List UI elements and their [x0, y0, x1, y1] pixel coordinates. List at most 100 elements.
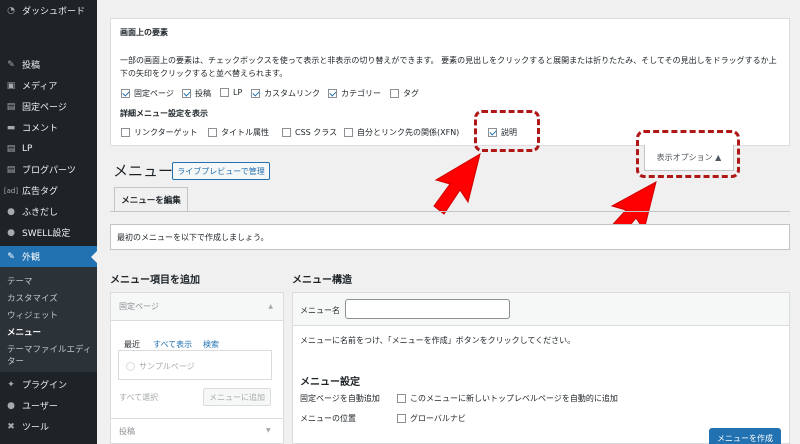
blog-parts-icon: ▤: [6, 164, 16, 175]
sidebar-item-users[interactable]: ● ユーザー: [0, 395, 97, 416]
checkbox-box[interactable]: [344, 128, 353, 137]
checkbox-custom-link[interactable]: カスタムリンク: [251, 88, 320, 99]
checkbox-posts[interactable]: 投稿: [182, 88, 211, 99]
checkbox-css-classes[interactable]: CSS クラス: [282, 127, 337, 138]
checkbox-tag[interactable]: タグ: [390, 88, 419, 99]
checkbox-label: タイトル属性: [221, 128, 269, 137]
admin-sidebar: ◔ ダッシュボード ✎ 投稿 ▣ メディア ▤ 固定ページ ▬ コメント ▤ LP ▤ ブログ…: [0, 0, 97, 444]
add-items-heading: メニュー項目を追加: [110, 275, 200, 286]
checkbox-auto-add[interactable]: このメニューに新しいトップレベルページを自動的に追加: [397, 393, 618, 404]
live-preview-button[interactable]: ライブプレビューで管理: [172, 162, 270, 180]
checkbox-link-target[interactable]: リンクターゲット: [121, 127, 198, 138]
submenu-item-menus[interactable]: メニュー: [0, 326, 97, 338]
checkbox-box[interactable]: [282, 128, 291, 137]
sidebar-item-balloon[interactable]: ● ふきだし: [0, 201, 97, 222]
sidebar-item-dashboard[interactable]: ◔ ダッシュボード: [0, 0, 97, 21]
accordion-pages-header[interactable]: 固定ページ ▲: [111, 293, 283, 321]
sidebar-item-plugins[interactable]: ✦ プラグイン: [0, 374, 97, 395]
annotation-arrow-left: [433, 152, 481, 215]
dashboard-icon: ◔: [7, 5, 15, 16]
checkbox-box[interactable]: [397, 394, 406, 403]
user-icon: ●: [7, 400, 15, 411]
sidebar-item-lp[interactable]: ▤ LP: [0, 138, 97, 159]
checkbox-label: カテゴリー: [341, 89, 381, 98]
checkbox-box[interactable]: [328, 89, 337, 98]
comment-icon: ▬: [6, 122, 16, 133]
checkbox-title-attribute[interactable]: タイトル属性: [208, 127, 269, 138]
checkbox-xfn[interactable]: 自分とリンク先の関係(XFN): [344, 127, 459, 138]
checkbox-box[interactable]: [121, 89, 130, 98]
sidebar-item-label: ツール: [22, 423, 50, 433]
checkbox-box[interactable]: [121, 128, 130, 137]
balloon-icon: ●: [7, 206, 15, 217]
sidebar-item-swell-settings[interactable]: ● SWELL設定: [0, 222, 97, 243]
sidebar-item-label: コメント: [22, 124, 59, 134]
menu-location-label: メニューの位置: [300, 414, 356, 423]
media-icon: ▣: [6, 80, 16, 91]
tab-divider: [110, 211, 790, 212]
checkbox-box[interactable]: [251, 89, 260, 98]
tab-edit-menus[interactable]: メニューを編集: [114, 187, 188, 211]
notice-box: 最初のメニューを以下で作成しましょう。: [110, 224, 790, 250]
submenu-item-theme-file-editor[interactable]: テーマファイルエディ: [0, 343, 97, 355]
tab-view-all[interactable]: すべて表示: [153, 339, 192, 350]
submenu-item-theme-file-editor-cont: ター: [7, 357, 25, 367]
checkbox-box[interactable]: [390, 89, 399, 98]
checkbox-lp[interactable]: LP: [220, 88, 242, 97]
checkbox-label: グローバルナビ: [410, 414, 466, 423]
add-to-menu-button[interactable]: メニューに追加: [203, 388, 271, 406]
radio-circle[interactable]: [126, 362, 135, 371]
sidebar-item-comments[interactable]: ▬ コメント: [0, 117, 97, 138]
checkbox-category[interactable]: カテゴリー: [328, 88, 381, 99]
page-option-sample[interactable]: サンプルページ: [126, 361, 195, 372]
submenu-item-themes[interactable]: テーマ: [0, 275, 97, 287]
checkbox-box[interactable]: [208, 128, 217, 137]
accordion-posts-header[interactable]: 投稿: [119, 426, 135, 437]
checkbox-box[interactable]: [397, 414, 406, 423]
lp-icon: ▤: [6, 143, 16, 154]
sidebar-item-label: ふきだし: [22, 208, 59, 218]
sidebar-item-label: LP: [22, 143, 33, 154]
screen-options-title: 画面上の要素: [120, 28, 168, 37]
page-title: メニュー: [113, 162, 174, 180]
select-all-link[interactable]: すべて選択: [119, 392, 158, 403]
sidebar-item-label: ユーザー: [22, 402, 58, 412]
sidebar-item-ad-tag[interactable]: [ad] 広告タグ: [0, 180, 97, 201]
page-option-label: サンプルページ: [139, 362, 195, 371]
menu-name-input[interactable]: [345, 299, 510, 319]
create-menu-button[interactable]: メニューを作成: [709, 428, 781, 444]
checkbox-label: CSS クラス: [295, 128, 338, 137]
tab-recent[interactable]: 最近: [124, 339, 140, 350]
checkbox-box[interactable]: [182, 89, 191, 98]
sidebar-item-label: メディア: [22, 82, 58, 92]
submenu-item-widgets[interactable]: ウィジェット: [0, 309, 97, 321]
auto-add-label: 固定ページを自動追加: [300, 394, 380, 403]
screen-options-desc-2: 下の矢印をクリックすると並べ替えられます。: [120, 69, 288, 78]
menu-instructions: メニューに名前をつけ、「メニューを作成」ボタンをクリックしてください。: [300, 336, 576, 345]
submenu-item-customize[interactable]: カスタマイズ: [0, 292, 97, 304]
screen-options-desc-1: 一部の画面上の要素は、チェックボックスを使って表示と非表示の切り替えができます。…: [120, 56, 777, 65]
checkbox-label: 固定ページ: [134, 89, 174, 98]
collapse-arrow-icon: ▲: [268, 303, 273, 310]
checkbox-global-nav[interactable]: グローバルナビ: [397, 413, 466, 424]
sidebar-item-pages[interactable]: ▤ 固定ページ: [0, 96, 97, 117]
sidebar-item-label: プラグイン: [22, 381, 68, 391]
accordion-title: 固定ページ: [119, 302, 159, 311]
sidebar-item-media[interactable]: ▣ メディア: [0, 75, 97, 96]
sidebar-item-posts[interactable]: ✎ 投稿: [0, 54, 97, 75]
sidebar-item-tools[interactable]: ✖ ツール: [0, 416, 97, 437]
checkbox-label: タグ: [403, 89, 419, 98]
sidebar-item-label: 外観: [22, 253, 41, 263]
sidebar-item-blog-parts[interactable]: ▤ ブログパーツ: [0, 159, 97, 180]
plugin-icon: ✦: [7, 379, 15, 390]
sidebar-item-label: ダッシュボード: [22, 7, 86, 17]
sidebar-item-label: 固定ページ: [22, 103, 67, 113]
accordion-divider: [110, 418, 284, 419]
checkbox-box[interactable]: [220, 88, 229, 97]
sidebar-item-label: 広告タグ: [22, 187, 59, 197]
menu-settings-heading: メニュー設定: [300, 377, 360, 388]
annotation-highlight-screen-options: [636, 130, 740, 178]
checkbox-pages[interactable]: 固定ページ: [121, 88, 174, 99]
sidebar-item-appearance[interactable]: ✎ 外観: [0, 246, 97, 267]
tab-search[interactable]: 検索: [203, 339, 219, 350]
